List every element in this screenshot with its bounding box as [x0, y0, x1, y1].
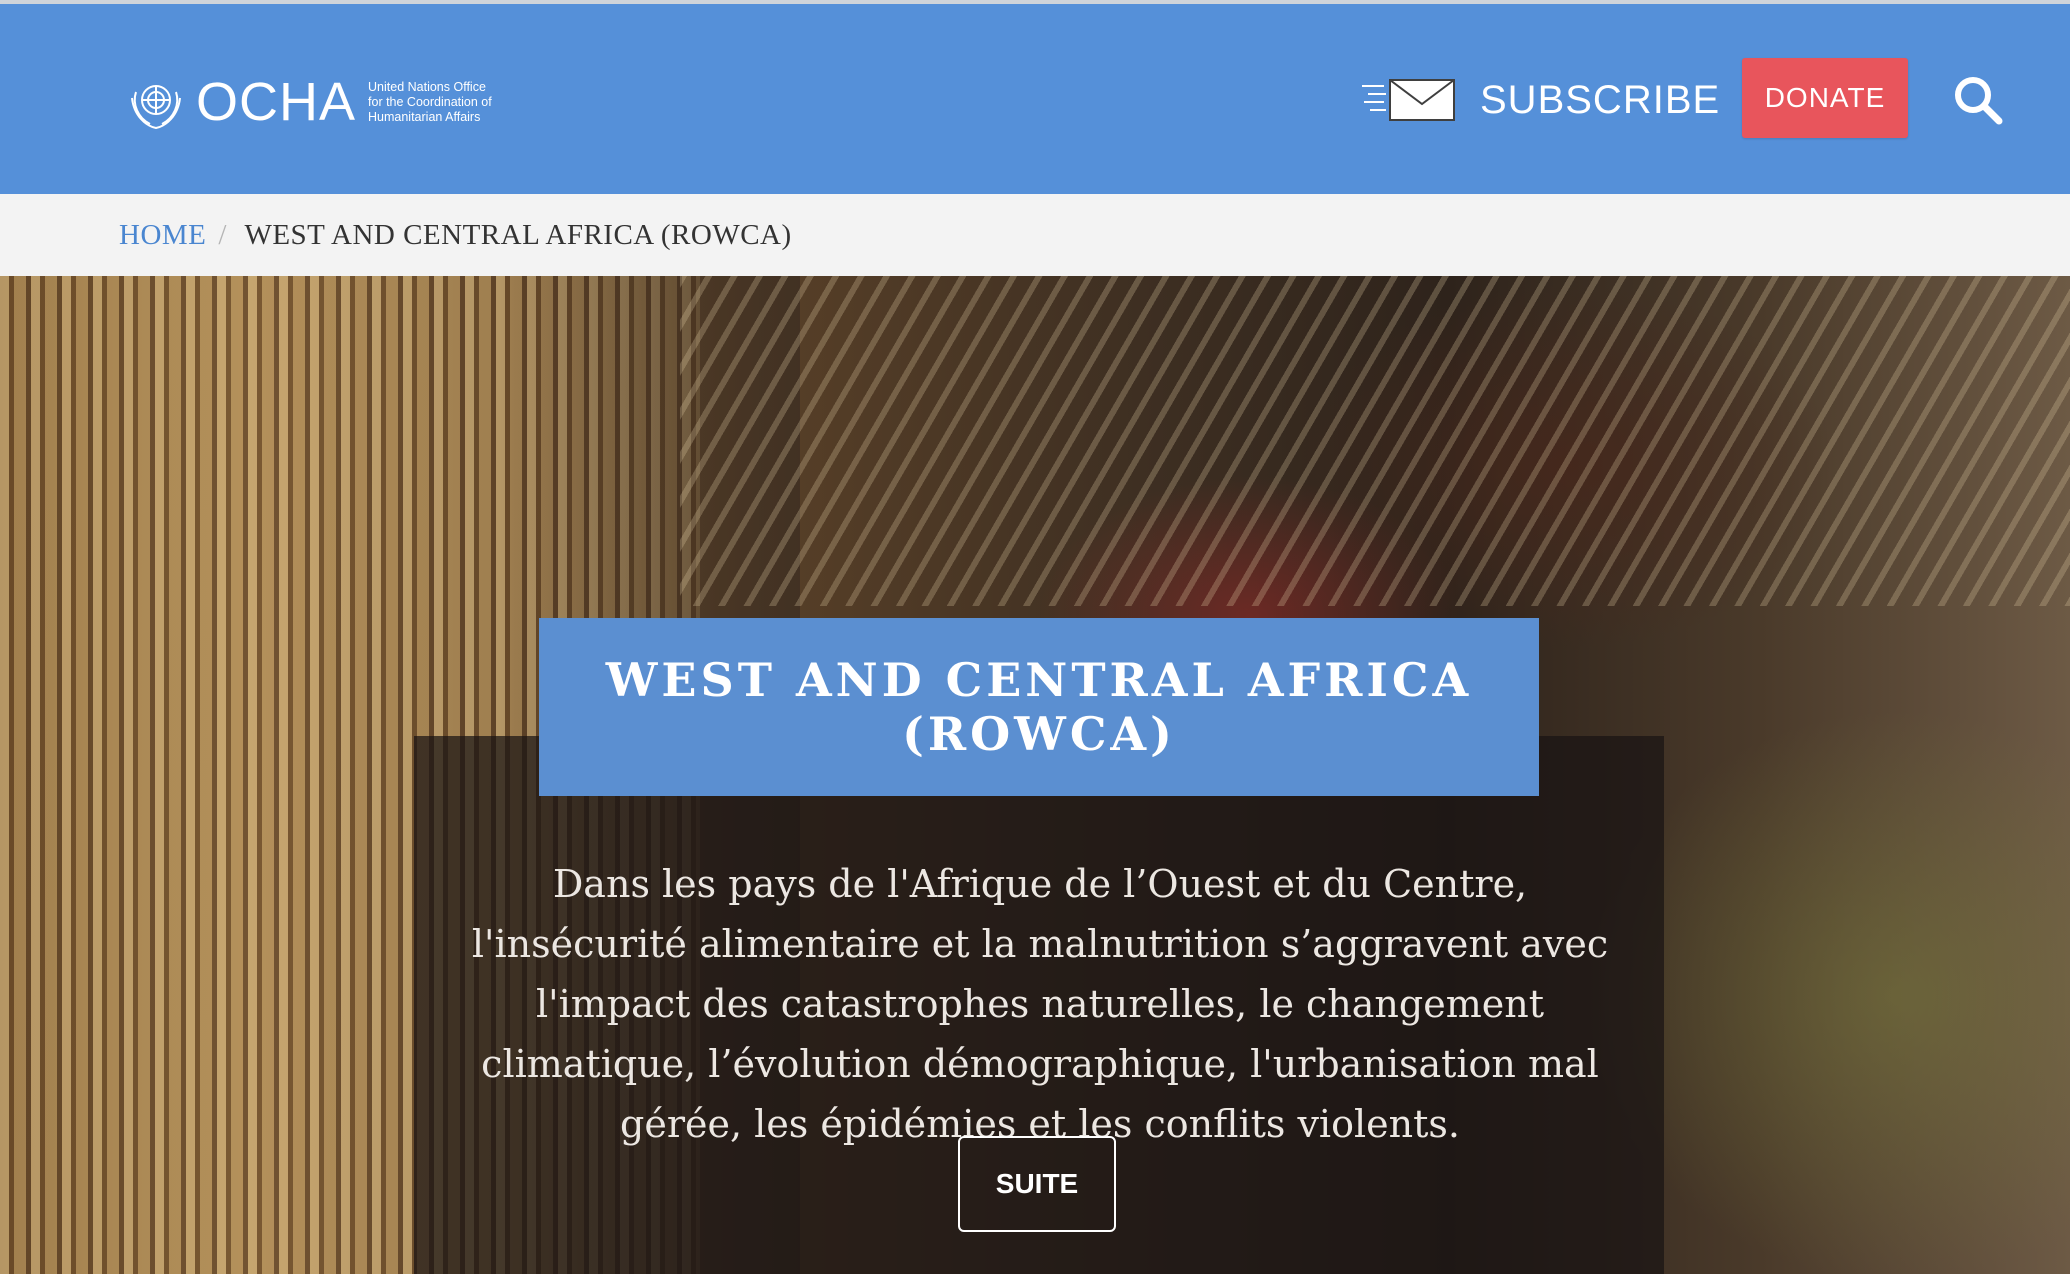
search-icon	[1955, 77, 2003, 125]
envelope-icon	[1362, 79, 1455, 121]
breadcrumb-current: WEST AND CENTRAL AFRICA (ROWCA)	[244, 218, 792, 251]
suite-button[interactable]: SUITE	[958, 1136, 1116, 1232]
ocha-logo[interactable]: OCHA United Nations Office for the Coord…	[124, 70, 492, 134]
hero-banner: WEST AND CENTRAL AFRICA (ROWCA) Dans les…	[0, 276, 2070, 1274]
site-header: OCHA United Nations Office for the Coord…	[0, 4, 2070, 194]
subscribe-label: SUBSCRIBE	[1480, 77, 1721, 122]
logo-subtitle-line: United Nations Office	[368, 79, 486, 94]
breadcrumb-separator: /	[218, 218, 227, 251]
subscribe-link[interactable]: SUBSCRIBE	[1362, 68, 1720, 132]
logo-subtitle-line: for the Coordination of	[368, 94, 492, 109]
breadcrumb: HOME / WEST AND CENTRAL AFRICA (ROWCA)	[0, 194, 2070, 276]
hero-title-box: WEST AND CENTRAL AFRICA (ROWCA)	[539, 618, 1539, 796]
hero-description: Dans les pays de l'Afrique de l’Ouest et…	[471, 862, 1609, 1146]
breadcrumb-home-link[interactable]: HOME	[119, 219, 206, 252]
logo-subtitle: United Nations Office for the Coordinati…	[368, 80, 492, 125]
logo-subtitle-line: Humanitarian Affairs	[368, 109, 481, 124]
un-emblem-icon	[131, 85, 181, 130]
search-button[interactable]	[1952, 74, 2004, 126]
hero-background-roof	[680, 276, 2070, 606]
donate-button[interactable]: DONATE	[1742, 58, 1908, 138]
hero-title-line: (ROWCA)	[902, 707, 1176, 761]
logo-wordmark: OCHA	[196, 72, 357, 132]
hero-title-line: WEST AND CENTRAL AFRICA	[605, 653, 1473, 707]
